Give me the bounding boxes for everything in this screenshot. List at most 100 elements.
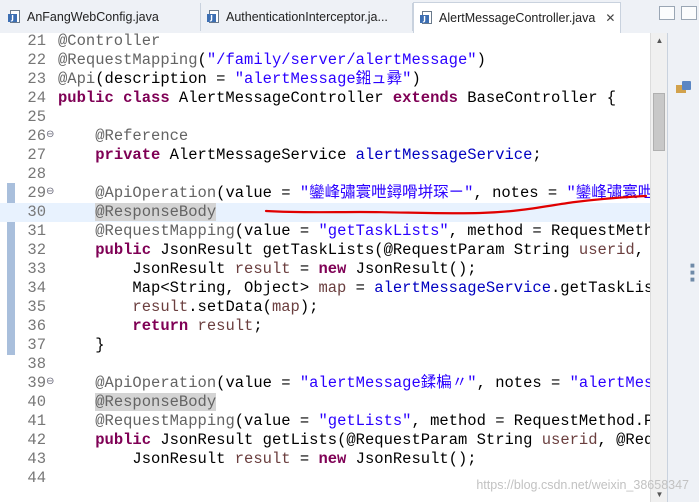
code-token: (value = [234,222,319,240]
code-token: } [58,336,105,354]
code-token: ) [411,70,421,88]
tab-alertmessagecontroller[interactable]: J AlertMessageController.java ✕ [413,2,621,33]
code-token: result [132,298,189,316]
code-token: result [197,317,254,335]
code-token: public [95,431,161,449]
code-token: @Reference [95,127,189,145]
close-tab-icon[interactable]: ✕ [605,11,615,25]
line-number: 36 [27,317,46,335]
code-text: } [58,336,105,355]
code-line[interactable]: 32 public JsonResult getTaskLists(@Reque… [0,241,650,260]
vertical-scrollbar[interactable]: ▲ ▼ [650,33,668,502]
code-line[interactable]: 25 [0,108,650,127]
code-text: return result; [58,317,263,336]
code-token: map [318,279,347,297]
code-line[interactable]: 27 private AlertMessageService alertMess… [0,146,650,165]
line-number: 30 [27,203,46,221]
line-number: 42 [27,431,46,449]
code-token: .setData( [188,298,272,316]
code-token: @RequestMapping [95,222,235,240]
outline-icon[interactable] [676,81,692,95]
code-text: public class AlertMessageController exte… [58,89,616,108]
tab-authenticationinterceptor[interactable]: J AuthenticationInterceptor.ja... [201,3,413,31]
code-line[interactable]: 36 return result; [0,317,650,336]
code-line[interactable]: 38 [0,355,650,374]
tab-label: AnFangWebConfig.java [27,10,159,24]
code-text: @ApiOperation(value = "鑾峰彇寰呭鐞嗗垪琛ㄧ", note… [58,184,650,203]
code-token: ) [476,51,486,69]
code-line[interactable]: 42 public JsonResult getLists(@RequestPa… [0,431,650,450]
code-line[interactable]: 24 public class AlertMessageController ex… [0,89,650,108]
code-token: ; [253,317,263,335]
code-line[interactable]: 40 @ResponseBody [0,393,650,412]
code-line[interactable]: 30 @ResponseBody [0,203,650,222]
code-line[interactable]: 41 @RequestMapping(value = "getLists", m… [0,412,650,431]
line-number: 33 [27,260,46,278]
code-token: = [290,450,319,468]
code-token: ); [299,298,319,316]
code-token: "鑾峰彇寰呭鐞嗗 [566,184,650,202]
code-token: JsonResult(); [355,450,477,468]
fold-toggle-icon[interactable]: ⊖ [46,373,54,392]
scroll-up-icon[interactable]: ▲ [651,33,668,48]
code-token: (description = [95,70,235,88]
code-text: JsonResult result = new JsonResult(); [58,260,477,279]
fold-toggle-icon[interactable]: ⊖ [46,183,54,202]
code-token: (value = [216,374,300,392]
scrollbar-thumb[interactable] [653,93,665,151]
minimize-button[interactable] [659,6,675,20]
line-number: 31 [27,222,46,240]
code-token: JsonResult(); [355,260,477,278]
code-text: result.setData(map); [58,298,318,317]
code-text: public JsonResult getTaskLists(@RequestP… [58,241,650,260]
code-line[interactable]: 21 @Controller [0,33,650,51]
line-number: 40 [27,393,46,411]
code-token: , method = RequestMethod.POS [411,412,650,430]
tab-anfangwebconfig[interactable]: J AnFangWebConfig.java [2,3,201,31]
code-line[interactable]: 39 ⊖ @ApiOperation(value = "alertMessage鍒… [0,374,650,393]
code-line[interactable]: 31 @RequestMapping(value = "getTaskLists… [0,222,650,241]
code-line[interactable]: 26 ⊖ @Reference [0,127,650,146]
code-line[interactable]: 43 JsonResult result = new JsonResult(); [0,450,650,469]
code-token: "alertMessag [569,374,650,392]
minimap-markers-icon: ■ ■ ■ [690,261,695,284]
code-line[interactable]: 37 } [0,336,650,355]
code-text: @Api(description = "alertMessage鎺ュ彛") [58,70,421,89]
code-token: , notes = [473,184,567,202]
watermark: https://blog.csdn.net/weixin_38658347 [476,478,689,492]
code-line[interactable]: 34 Map<String, Object> map = alertMessag… [0,279,650,298]
fold-toggle-icon[interactable]: ⊖ [46,126,54,145]
code-token: "/family/server/alertMessage" [206,51,477,69]
code-token: @Controller [58,33,161,50]
code-text: @RequestMapping(value = "getTaskLists", … [58,222,650,241]
code-token: @ApiOperation [95,184,217,202]
code-line[interactable]: 29 ⊖ @ApiOperation(value = "鑾峰彇寰呭鐞嗗垪琛ㄧ", … [0,184,650,203]
code-line[interactable]: 22 @RequestMapping("/family/server/alertM… [0,51,650,70]
java-file-icon: J [420,11,434,25]
code-text: @Reference [58,127,188,146]
code-line[interactable]: 35 result.setData(map); [0,298,650,317]
code-token: = [346,279,375,297]
line-number: 39 [27,374,46,392]
code-line[interactable]: 33 JsonResult result = new JsonResult(); [0,260,650,279]
line-number: 22 [27,51,46,69]
code-token: , @R [634,241,645,259]
window-controls [659,6,697,20]
code-token: public class [58,89,179,107]
code-token: (value = [234,412,319,430]
code-token: JsonResult getTaskLists(@RequestParam St… [160,241,579,259]
code-token: = [290,260,319,278]
code-line[interactable]: 28 [0,165,650,184]
code-token: result [234,260,291,278]
code-editor[interactable]: 21 @Controller 22 @RequestMapping("/family/… [0,33,650,502]
code-line[interactable]: 23 @Api(description = "alertMessage鎺ュ彛") [0,70,650,89]
line-number: 37 [27,336,46,354]
code-token: "alertMessage鍒楄〃" [299,374,477,392]
maximize-button[interactable] [681,6,697,20]
code-token: "alertMessage鎺ュ彛" [234,70,412,88]
